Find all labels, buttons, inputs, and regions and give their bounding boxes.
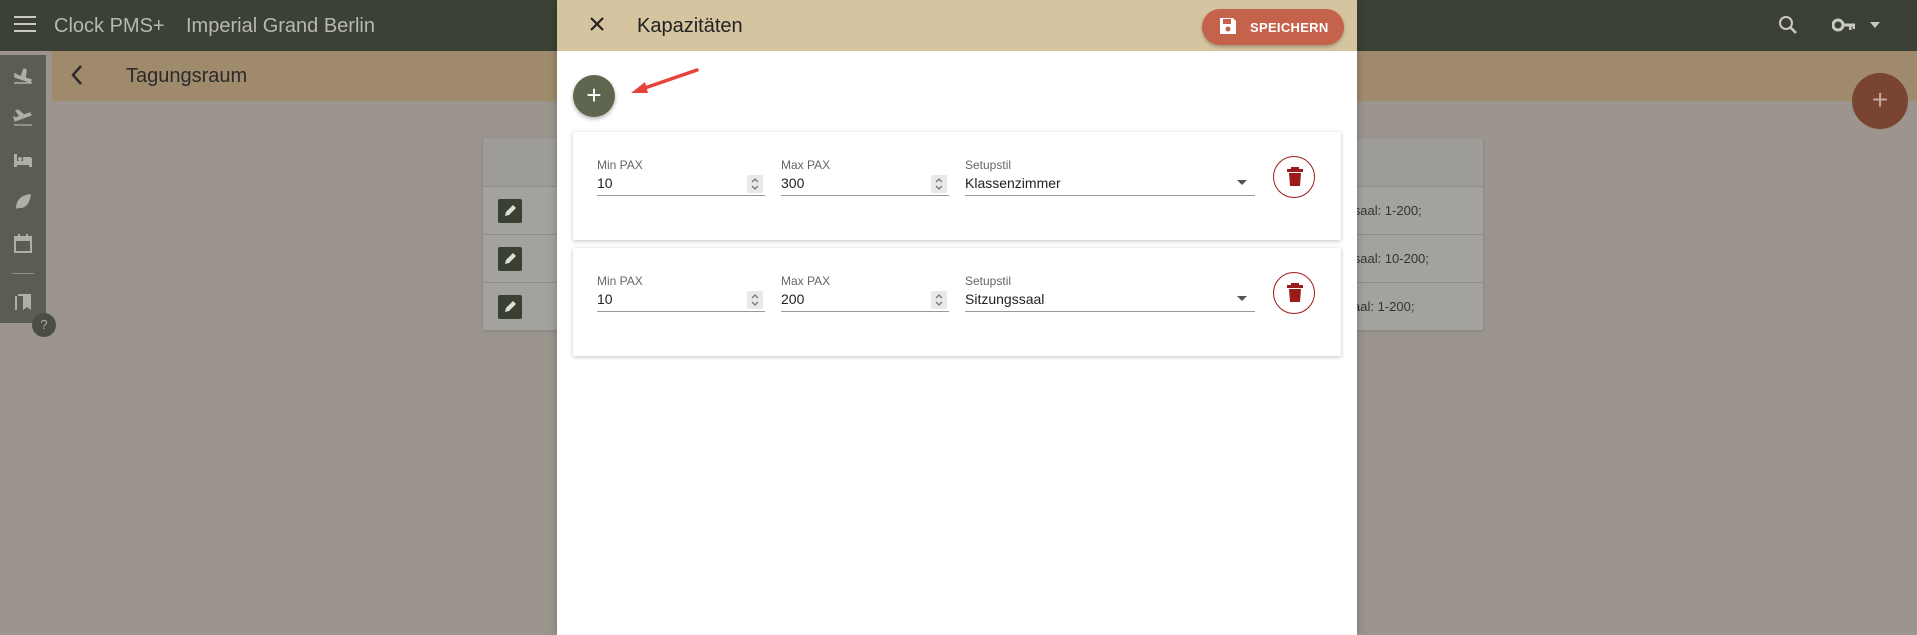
chevron-down-icon[interactable]: [1237, 180, 1247, 185]
save-icon: [1219, 17, 1237, 38]
menu-icon[interactable]: [14, 16, 36, 34]
min-pax-field[interactable]: Min PAX 10: [597, 158, 765, 196]
trash-icon: [1287, 283, 1303, 302]
min-pax-underline: [597, 195, 765, 196]
delete-capacity-button[interactable]: [1273, 272, 1315, 314]
max-pax-field[interactable]: Max PAX 300: [781, 158, 949, 196]
pencil-icon[interactable]: [498, 199, 522, 223]
setup-style-label: Setupstil: [965, 274, 1012, 288]
departure-icon[interactable]: [12, 107, 34, 129]
bed-icon[interactable]: [12, 149, 34, 171]
close-icon[interactable]: [589, 16, 605, 37]
add-fab-button[interactable]: +: [1852, 73, 1908, 129]
save-button[interactable]: SPEICHERN: [1202, 9, 1344, 45]
min-pax-label: Min PAX: [597, 158, 643, 172]
page-title: Tagungsraum: [126, 65, 248, 87]
search-icon[interactable]: [1778, 15, 1798, 40]
min-pax-label: Min PAX: [597, 274, 643, 288]
dialog-title: Kapazitäten: [637, 15, 743, 37]
trash-icon: [1287, 167, 1303, 186]
max-pax-underline: [781, 195, 949, 196]
side-rail: [0, 55, 46, 323]
min-pax-stepper[interactable]: [747, 175, 763, 193]
max-pax-value[interactable]: 200: [781, 291, 804, 307]
min-pax-value[interactable]: 10: [597, 291, 613, 307]
leaf-icon[interactable]: [12, 191, 34, 213]
save-label: SPEICHERN: [1250, 19, 1329, 35]
chevron-down-icon[interactable]: [1237, 296, 1247, 301]
max-pax-value[interactable]: 300: [781, 175, 804, 191]
capacity-card: Min PAX 10 Max PAX 200 Setupstil Sitzung…: [573, 248, 1341, 356]
annotation-arrow: [629, 66, 701, 101]
key-icon[interactable]: [1831, 17, 1856, 38]
setup-style-select[interactable]: Setupstil Sitzungssaal: [965, 274, 1255, 312]
pencil-icon[interactable]: [498, 295, 522, 319]
chevron-down-icon[interactable]: [1870, 22, 1880, 28]
app-title: Clock PMS+: [54, 15, 165, 37]
chevron-left-icon[interactable]: [70, 64, 84, 91]
arrival-icon[interactable]: [12, 65, 34, 87]
setup-style-value[interactable]: Sitzungssaal: [965, 291, 1044, 307]
min-pax-value[interactable]: 10: [597, 175, 613, 191]
min-pax-field[interactable]: Min PAX 10: [597, 274, 765, 312]
pencil-icon[interactable]: [498, 247, 522, 271]
calendar-icon[interactable]: [12, 233, 34, 255]
setup-style-label: Setupstil: [965, 158, 1012, 172]
bookmark-icon[interactable]: [12, 291, 34, 313]
setup-style-value[interactable]: Klassenzimmer: [965, 175, 1061, 191]
help-icon[interactable]: ?: [32, 313, 56, 337]
max-pax-label: Max PAX: [781, 158, 831, 172]
setup-style-underline: [965, 311, 1255, 312]
setup-style-underline: [965, 195, 1255, 196]
add-capacity-button[interactable]: +: [573, 75, 615, 117]
divider: [12, 273, 34, 274]
min-pax-stepper[interactable]: [747, 291, 763, 309]
setup-style-select[interactable]: Setupstil Klassenzimmer: [965, 158, 1255, 196]
max-pax-field[interactable]: Max PAX 200: [781, 274, 949, 312]
capacity-card: Min PAX 10 Max PAX 300 Setupstil Klassen…: [573, 132, 1341, 240]
max-pax-stepper[interactable]: [931, 175, 947, 193]
min-pax-underline: [597, 311, 765, 312]
capacities-dialog: Kapazitäten SPEICHERN + Min PAX 10 Max P…: [557, 0, 1357, 635]
max-pax-label: Max PAX: [781, 274, 831, 288]
max-pax-underline: [781, 311, 949, 312]
dialog-header: Kapazitäten SPEICHERN: [557, 0, 1357, 51]
delete-capacity-button[interactable]: [1273, 156, 1315, 198]
max-pax-stepper[interactable]: [931, 291, 947, 309]
hotel-name[interactable]: Imperial Grand Berlin: [186, 15, 375, 38]
